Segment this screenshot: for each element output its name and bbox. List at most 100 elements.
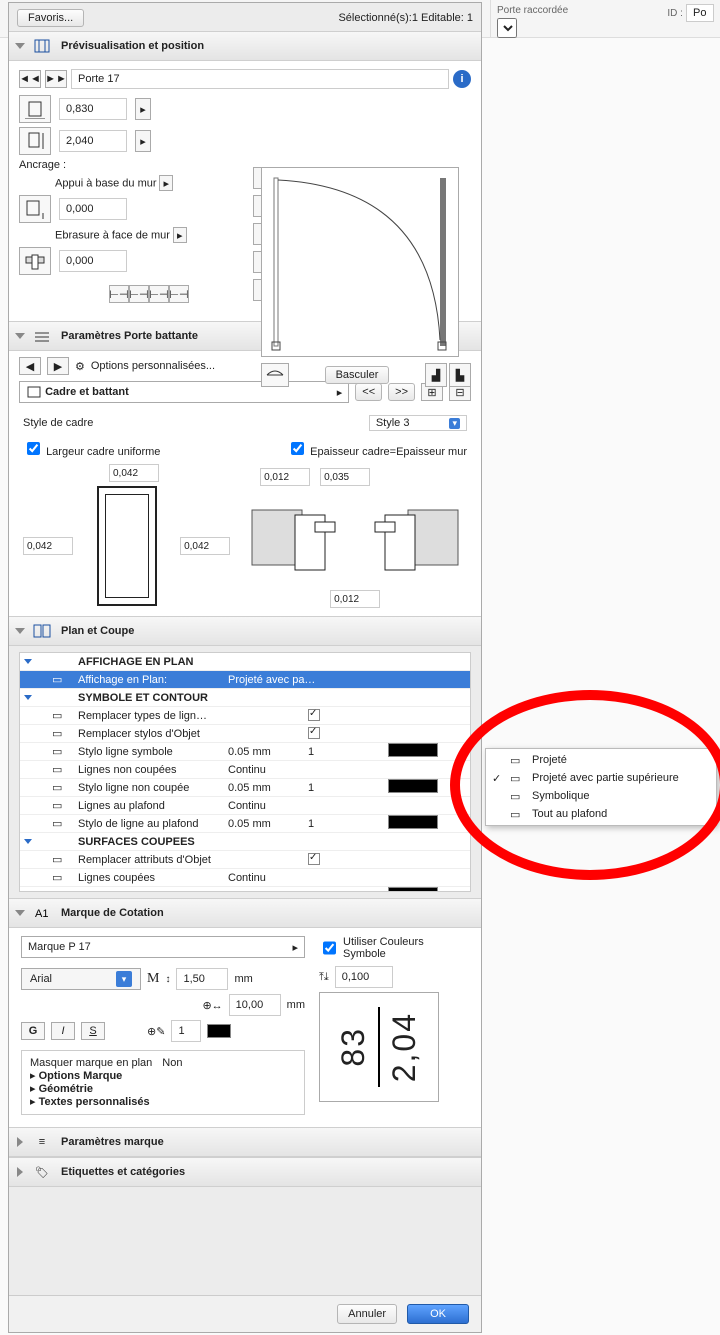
prev-arrow-button[interactable]: ◄◄ [19,70,41,88]
section-cotation-header[interactable]: A1 Marque de Cotation [9,898,481,928]
masquer-value: Non [162,1057,182,1069]
table-row[interactable]: ▭Stylo ligne symbole0.05 mm1 [20,743,470,761]
table-row[interactable]: ▭Remplacer types de lign… [20,707,470,725]
table-row[interactable]: ▭Remplacer stylos d'Objet [20,725,470,743]
pen-preview[interactable] [207,1024,231,1038]
top-right-panel: Porte raccordée ID : [490,0,720,38]
popup-item[interactable]: ▭Tout au plafond [486,805,716,823]
reveal-opt-4[interactable]: ⊢⊣ [169,285,189,303]
params-icon [31,327,53,345]
plan-icon [31,622,53,640]
section-etiquettes-header[interactable]: 🏷 Etiquettes et catégories [9,1157,481,1187]
info-icon[interactable]: i [453,70,471,88]
ok-button[interactable]: OK [407,1304,469,1324]
offset-icon: ⤒⤓ [319,971,329,984]
textes-row[interactable]: ▸ Textes personnalisés [30,1095,296,1108]
marque-select[interactable]: Marque P 17▸ [21,936,305,958]
door-name-input[interactable] [71,69,449,89]
popup-item[interactable]: ▭Projeté [486,751,716,769]
group-expand-icon[interactable] [24,659,32,664]
font-select[interactable]: Arial▾ [21,968,141,990]
dim-012b-input[interactable] [330,590,380,608]
favoris-button[interactable]: Favoris... [17,9,84,27]
disclosure-icon [15,333,25,339]
epaisseur-mur-checkbox[interactable]: Epaisseur cadre=Epaisseur mur [287,439,467,458]
geometrie-row[interactable]: ▸ Géométrie [30,1082,296,1095]
plan-table: AFFICHAGE EN PLAN ▭ Affichage en Plan: P… [19,652,471,892]
ebrasure-icon[interactable] [19,247,51,275]
reveal-opt-3[interactable]: ⊢⊣ [149,285,169,303]
italic-button[interactable]: I [51,1022,75,1040]
text-height-label: M [147,971,159,987]
frame-diagram [97,486,157,606]
params-marque-icon: ≡ [31,1133,53,1151]
cancel-button[interactable]: Annuler [337,1304,397,1324]
table-row[interactable]: ▭Stylo de ligne au plafond0.05 mm1 [20,815,470,833]
next-arrow-button[interactable]: ►► [45,70,67,88]
id-field[interactable] [686,4,714,22]
appui-stepper[interactable]: ▸ [159,175,173,191]
table-row[interactable]: ▭Lignes coupéesContinu [20,869,470,887]
largeur-uniforme-checkbox[interactable]: Largeur cadre uniforme [23,439,160,458]
offset-input[interactable] [335,966,393,988]
table-row[interactable]: ▭Stylo ligne non coupée0.05 mm1 [20,779,470,797]
group-affichage: AFFICHAGE EN PLAN [78,656,228,668]
section-params-title: Paramètres Porte battante [61,330,198,342]
basculer-button[interactable]: Basculer [325,366,390,384]
underline-button[interactable]: S [81,1022,105,1040]
section-params-marque-header[interactable]: ≡ Paramètres marque [9,1127,481,1157]
use-colors-checkbox[interactable]: Utiliser Couleurs Symbole [319,936,469,960]
group-expand-icon[interactable] [24,695,32,700]
section-plan-header[interactable]: Plan et Coupe [9,616,481,646]
width-input[interactable] [59,98,127,120]
mirror-2[interactable]: ▙ [449,363,471,387]
nav-fwd-button[interactable]: ▶ [47,357,69,375]
disclosure-icon [15,910,25,916]
dim-left-input[interactable] [23,537,73,555]
height-icon[interactable] [19,127,51,155]
mm-label: mm [234,973,252,985]
porte-raccordee-select[interactable] [497,18,517,38]
width-icon[interactable] [19,95,51,123]
appui-icon[interactable] [19,195,51,223]
group-symbole: SYMBOLE ET CONTOUR [78,692,228,704]
nav-back-button[interactable]: ◀ [19,357,41,375]
etiquettes-icon: 🏷 [31,1163,53,1181]
table-row[interactable]: ▭Lignes non coupéesContinu [20,761,470,779]
disclosure-icon [15,43,25,49]
dim-right-input[interactable] [180,537,230,555]
door-settings-dialog: Favoris... Sélectionné(s):1 Editable: 1 … [8,2,482,1333]
table-row[interactable]: ▭Stylo ligne coupée0.20 mm3 [20,887,470,892]
options-marque-row[interactable]: ▸ Options Marque [30,1069,296,1082]
appui-input[interactable] [59,198,127,220]
ebrasure-stepper[interactable]: ▸ [173,227,187,243]
id-label: ID : [667,8,683,19]
height-input[interactable] [59,130,127,152]
appui-label: Appui à base du mur [55,178,157,190]
pen-input[interactable] [171,1020,201,1042]
flip-icon[interactable] [261,363,289,387]
table-row[interactable]: ▭Remplacer attributs d'Objet [20,851,470,869]
table-row[interactable]: ▭Lignes au plafondContinu [20,797,470,815]
height-stepper[interactable]: ▸ [135,130,151,152]
dim-035-input[interactable] [320,468,370,486]
popup-item[interactable]: ▭Symbolique [486,787,716,805]
style-select[interactable]: Style 3 ▾ [369,415,467,431]
dim-012a-input[interactable] [260,468,310,486]
mirror-1[interactable]: ▟ [425,363,447,387]
ebrasure-input[interactable] [59,250,127,272]
popup-item[interactable]: ✓▭Projeté avec partie supérieure [486,769,716,787]
reveal-opt-2[interactable]: ⊢⊣ [129,285,149,303]
width-stepper[interactable]: ▸ [135,98,151,120]
bold-button[interactable]: G [21,1022,45,1040]
group-expand-icon[interactable] [24,839,32,844]
reveal-opt-1[interactable]: ⊢⊣ [109,285,129,303]
spacing-input[interactable] [229,994,281,1016]
dim-top-input[interactable] [109,464,159,482]
options-label[interactable]: Options personnalisées... [91,360,215,372]
text-size-input[interactable] [176,968,228,990]
section-preview-header[interactable]: Prévisualisation et position [9,31,481,61]
row-affichage-plan[interactable]: ▭ Affichage en Plan: Projeté avec pa… [20,671,470,689]
masquer-label: Masquer marque en plan [30,1057,152,1069]
style-cadre-label: Style de cadre [23,417,93,429]
